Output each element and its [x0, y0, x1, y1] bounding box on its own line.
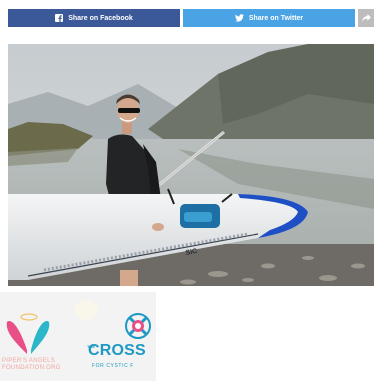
sponsor-logos: PIPER'S ANGELS FOUNDATION.ORG THE CROSS …	[0, 292, 156, 381]
pipers-angels-line1: PIPER'S ANGELS	[2, 358, 56, 364]
share-twitter-label: Share on Twitter	[248, 14, 304, 22]
pipers-angels-line2: FOUNDATION.ORG	[2, 365, 61, 371]
pipers-angels-logo-icon	[6, 313, 50, 354]
article-photo: SIC	[8, 44, 374, 286]
decorative-blob-icon	[74, 300, 98, 320]
cross-logo-emblem-icon	[125, 313, 151, 339]
share-facebook-button[interactable]: Share on Facebook	[8, 9, 180, 27]
share-facebook-label: Share on Facebook	[68, 14, 133, 22]
cross-wordmark: CROSS	[88, 342, 146, 359]
share-more-button[interactable]	[358, 9, 374, 27]
cross-subtitle: FOR CYSTIC F	[92, 363, 134, 369]
share-twitter-button[interactable]: Share on Twitter	[183, 9, 355, 27]
share-bar: Share on Facebook Share on Twitter	[8, 9, 374, 27]
twitter-icon	[234, 14, 244, 22]
share-arrow-icon	[361, 14, 371, 22]
facebook-icon	[55, 14, 64, 22]
